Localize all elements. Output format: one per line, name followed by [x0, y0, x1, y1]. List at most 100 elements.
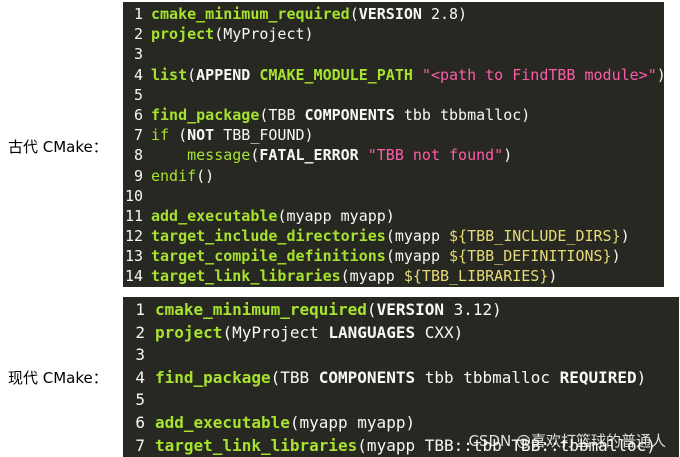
line-number: 6 — [135, 412, 145, 432]
code-token: ${TBB_DEFINITIONS} — [449, 247, 612, 266]
code-token: (myapp myapp) — [277, 206, 395, 225]
code-token: VERSION — [376, 300, 444, 319]
code-token: project — [151, 25, 215, 44]
line-number: 11 — [124, 206, 143, 225]
code-token: CXX) — [415, 322, 464, 342]
code-token: target_link_libraries — [155, 435, 358, 455]
code-token: add_executable — [151, 206, 278, 225]
code-token: target_compile_definitions — [151, 247, 386, 266]
code-token: ( — [169, 126, 188, 145]
code-token: COMPONENTS — [318, 367, 416, 387]
code-token: CMAKE_MODULE_PATH — [259, 65, 413, 84]
line-number: 3 — [135, 345, 145, 365]
code-token: "TBB not found" — [367, 146, 504, 165]
code-line: 14 target_link_libraries(myapp ${TBB_LIBR… — [123, 266, 664, 286]
code-line: 4 list(APPEND CMAKE_MODULE_PATH "<path to… — [123, 65, 664, 85]
line-number: 10 — [124, 186, 143, 205]
code-token: project — [155, 322, 223, 342]
code-token: list — [151, 65, 188, 84]
code-line: 13 target_compile_definitions(myapp ${TBB… — [123, 246, 664, 266]
code-line: 4 find_package(TBB COMPONENTS tbb tbbmall… — [123, 367, 679, 390]
code-token: tbb tbbmalloc — [415, 367, 560, 387]
code-token: ${TBB_INCLUDE_DIRS} — [449, 227, 621, 246]
code-line: 7 if (NOT TBB_FOUND) — [123, 125, 664, 145]
code-token: cmake_minimum_required — [155, 300, 367, 319]
code-token: (TBB — [270, 367, 319, 387]
code-token: message — [187, 146, 251, 165]
line-number: 12 — [124, 227, 143, 246]
code-token: ${TBB_LIBRARIES} — [403, 267, 549, 286]
line-number: 5 — [133, 85, 143, 104]
code-token: target_include_directories — [151, 227, 386, 246]
line-number: 4 — [135, 367, 145, 387]
code-token: (MyProject — [222, 322, 329, 342]
code-token: APPEND — [196, 65, 251, 84]
csdn-watermark: CSDN @喜欢打篮球的普通人 — [468, 432, 666, 450]
line-number: 9 — [133, 166, 143, 185]
line-number: 1 — [135, 300, 145, 319]
code-token: (myapp — [340, 267, 404, 286]
code-token: (TBB — [259, 105, 305, 124]
code-token: 3.12) — [444, 300, 502, 319]
line-number: 2 — [135, 322, 145, 342]
code-token: (myapp myapp) — [289, 412, 416, 432]
code-token: ) — [611, 247, 621, 266]
code-line: 2 project(MyProject) — [123, 24, 664, 44]
code-line: 11 add_executable(myapp myapp) — [123, 206, 664, 226]
code-token: "<path to FindTBB module>" — [421, 65, 657, 84]
code-line: 1 cmake_minimum_required(VERSION 2.8) — [123, 4, 664, 24]
code-token: ) — [636, 367, 647, 387]
code-line: 8 message(FATAL_ERROR "TBB not found") — [123, 145, 664, 165]
line-number: 14 — [124, 267, 143, 286]
old-cmake-label: 古代 CMake： — [8, 138, 108, 156]
code-token: find_package — [151, 105, 260, 124]
code-token: if — [151, 126, 170, 145]
code-token: endif — [151, 166, 197, 185]
code-line: 10 — [123, 186, 664, 206]
code-token: ) — [503, 146, 513, 165]
code-token: NOT — [187, 126, 215, 145]
code-line: 6 find_package(TBB COMPONENTS tbb tbbmall… — [123, 105, 664, 125]
code-line: 3 — [123, 44, 664, 64]
code-token: target_link_libraries — [151, 267, 341, 286]
code-token: (MyProject) — [214, 25, 314, 44]
code-token: (myapp — [385, 247, 450, 266]
code-token: COMPONENTS — [304, 105, 395, 124]
code-line: 9 endif() — [123, 166, 664, 186]
line-number: 7 — [135, 435, 145, 455]
code-token: 2.8) — [421, 5, 468, 23]
code-line: 12 target_include_directories(myapp ${TBB… — [123, 226, 664, 246]
code-token: LANGUAGES — [328, 322, 416, 342]
code-line: 5 — [123, 85, 664, 105]
code-token: TBB_FOUND) — [214, 126, 314, 145]
code-token: (myapp — [385, 227, 450, 246]
line-number: 13 — [124, 247, 143, 266]
line-number: 1 — [133, 5, 143, 23]
code-token: tbb tbbmalloc) — [394, 105, 531, 124]
line-number: 2 — [133, 25, 143, 44]
code-token: REQUIRED — [559, 367, 637, 387]
code-token: ( — [349, 5, 359, 23]
code-token: ) — [548, 267, 558, 286]
line-number: 6 — [133, 105, 143, 124]
code-line: 1 cmake_minimum_required(VERSION 3.12) — [123, 299, 679, 322]
code-token: add_executable — [155, 412, 290, 432]
code-token: ) — [620, 227, 630, 246]
code-token: () — [196, 166, 215, 185]
code-token: cmake_minimum_required — [151, 5, 350, 23]
code-line: 3 — [123, 344, 679, 367]
code-token: ) — [657, 66, 664, 84]
line-number: 7 — [133, 126, 143, 145]
code-line: 5 — [123, 389, 679, 412]
line-number: 4 — [133, 65, 143, 84]
code-token: find_package — [155, 367, 271, 387]
line-number: 8 — [133, 146, 143, 165]
code-token: VERSION — [358, 5, 422, 23]
old-cmake-code-block: 1 cmake_minimum_required(VERSION 2.8) 2 pro… — [123, 2, 664, 287]
line-number: 5 — [135, 390, 145, 410]
code-token: FATAL_ERROR — [259, 146, 359, 165]
code-token: ( — [187, 65, 197, 84]
